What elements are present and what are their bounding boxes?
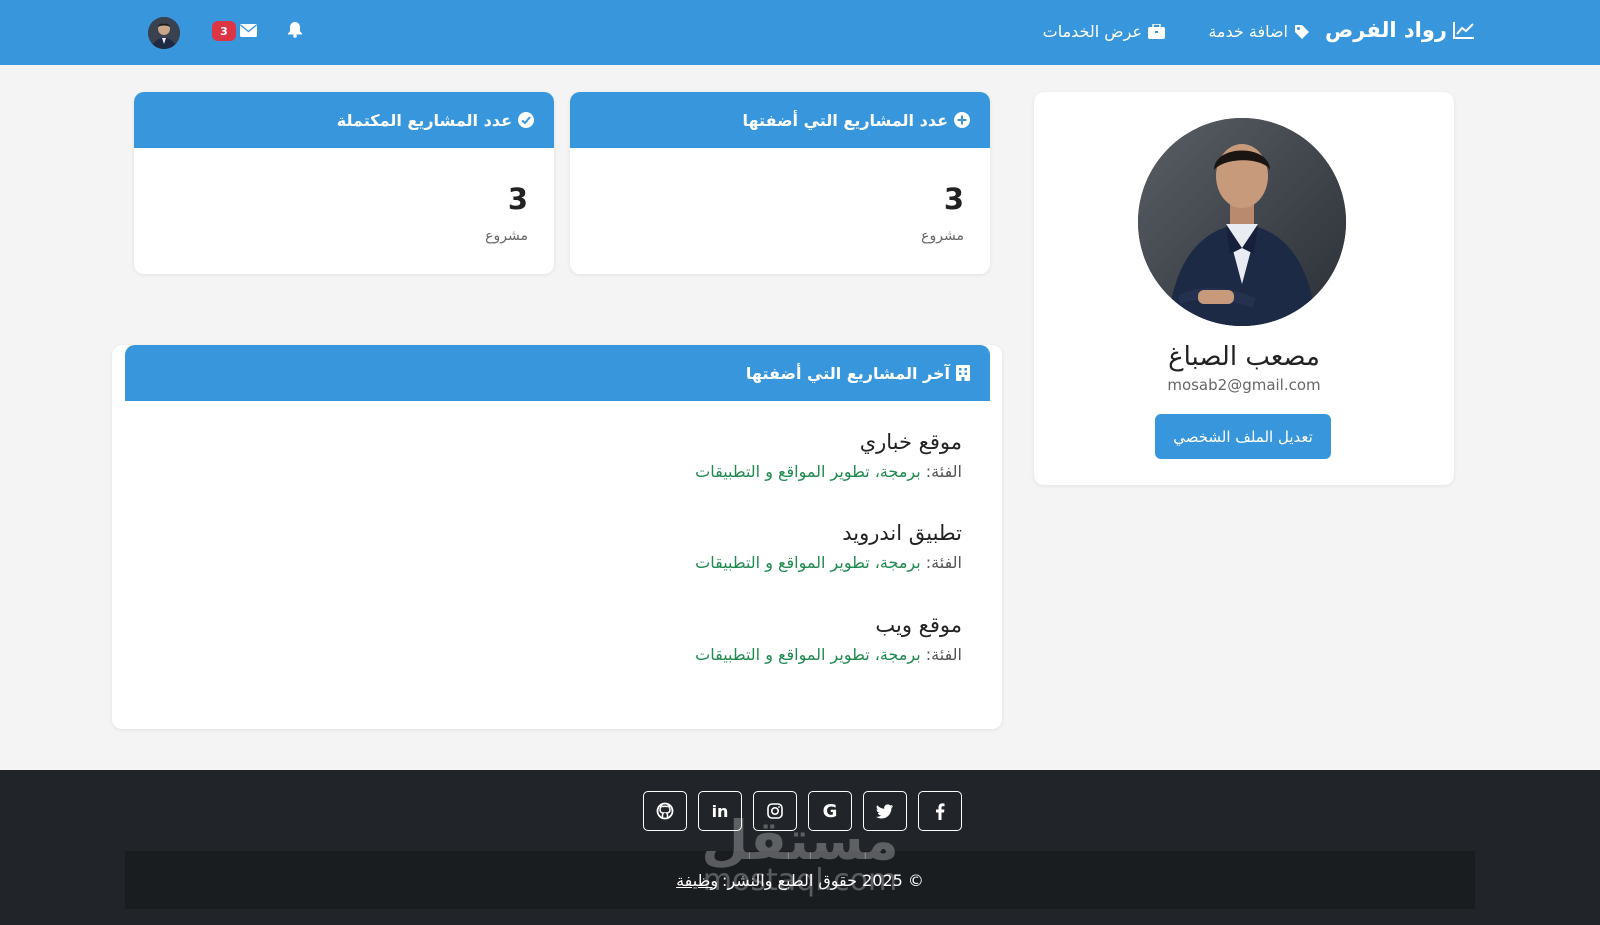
stat-card-completed: عدد المشاريع المكتملة 3 مشروع	[134, 92, 554, 274]
social-links: in G	[643, 791, 962, 831]
latest-projects-header: آخر المشاريع التي أضفتها	[125, 345, 990, 401]
category-value: برمجة، تطوير المواقع و التطبيقات	[695, 553, 921, 572]
copyright-text: © 2025 حقوق الطبع والنشر:	[722, 870, 924, 890]
copyright-bar: © 2025 حقوق الطبع والنشر: وظيفة	[125, 851, 1475, 909]
footer: in G © 2025 حقوق الطبع والنشر: وظيفة مست…	[0, 770, 1600, 925]
envelope-icon	[240, 24, 257, 37]
bell-icon	[288, 22, 302, 38]
category-label: الفئة:	[925, 645, 962, 664]
nav-add-service[interactable]: اضافة خدمة	[1208, 22, 1310, 41]
project-category: الفئة: برمجة، تطوير المواقع و التطبيقات	[562, 462, 962, 481]
briefcase-icon	[1148, 24, 1165, 39]
project-title[interactable]: موقع ويب	[562, 613, 962, 637]
google-icon[interactable]: G	[808, 791, 852, 831]
brand-label: رواد الفرص	[1325, 18, 1447, 42]
stat-title: عدد المشاريع المكتملة	[336, 110, 512, 130]
project-item[interactable]: موقع خباري الفئة: برمجة، تطوير المواقع و…	[562, 430, 962, 481]
profile-name: مصعب الصباغ	[1168, 342, 1320, 372]
notifications-button[interactable]	[287, 21, 303, 42]
project-category: الفئة: برمجة، تطوير المواقع و التطبيقات	[562, 553, 962, 572]
project-category: الفئة: برمجة، تطوير المواقع و التطبيقات	[562, 645, 962, 664]
category-value: برمجة، تطوير المواقع و التطبيقات	[695, 462, 921, 481]
stat-card-header: عدد المشاريع التي أضفتها	[570, 92, 990, 148]
facebook-icon[interactable]	[918, 791, 962, 831]
brand-link[interactable]: رواد الفرص	[1325, 18, 1475, 42]
messages-button[interactable]	[240, 22, 257, 41]
stat-value: 3	[943, 182, 964, 216]
chart-line-icon	[1453, 22, 1474, 39]
project-item[interactable]: موقع ويب الفئة: برمجة، تطوير المواقع و ا…	[562, 613, 962, 664]
linkedin-icon[interactable]: in	[698, 791, 742, 831]
nav-view-services-label: عرض الخدمات	[1042, 22, 1142, 41]
profile-email: mosab2@gmail.com	[1167, 376, 1321, 394]
stat-unit: مشروع	[485, 228, 528, 244]
stat-card-added: عدد المشاريع التي أضفتها 3 مشروع	[570, 92, 990, 274]
plus-circle-icon	[954, 112, 970, 128]
stat-value: 3	[507, 182, 528, 216]
mail-count-badge: 3	[212, 21, 236, 41]
project-title[interactable]: تطبيق اندرويد	[562, 521, 962, 545]
stat-title: عدد المشاريع التي أضفتها	[742, 110, 948, 130]
category-label: الفئة:	[925, 462, 962, 481]
building-icon	[956, 365, 970, 381]
nav-add-service-label: اضافة خدمة	[1208, 22, 1288, 41]
latest-projects-card: آخر المشاريع التي أضفتها موقع خباري الفئ…	[112, 345, 1002, 729]
stat-unit: مشروع	[921, 228, 964, 244]
check-circle-icon	[518, 112, 534, 128]
tag-icon	[1295, 24, 1309, 39]
user-avatar[interactable]	[148, 17, 180, 49]
profile-card: مصعب الصباغ mosab2@gmail.com تعديل الملف…	[1034, 92, 1454, 485]
category-label: الفئة:	[925, 553, 962, 572]
latest-projects-title: آخر المشاريع التي أضفتها	[745, 363, 950, 383]
profile-photo	[1138, 118, 1346, 326]
navbar: رواد الفرص اضافة خدمة عرض الخدمات 3	[0, 0, 1600, 65]
instagram-icon[interactable]	[753, 791, 797, 831]
github-icon[interactable]	[643, 791, 687, 831]
project-title[interactable]: موقع خباري	[562, 430, 962, 454]
edit-profile-button[interactable]: تعديل الملف الشخصي	[1155, 414, 1331, 459]
twitter-icon[interactable]	[863, 791, 907, 831]
category-value: برمجة، تطوير المواقع و التطبيقات	[695, 645, 921, 664]
nav-view-services[interactable]: عرض الخدمات	[1043, 22, 1165, 41]
stat-card-header: عدد المشاريع المكتملة	[134, 92, 554, 148]
project-item[interactable]: تطبيق اندرويد الفئة: برمجة، تطوير المواق…	[562, 521, 962, 572]
copyright-link[interactable]: وظيفة	[676, 871, 718, 890]
